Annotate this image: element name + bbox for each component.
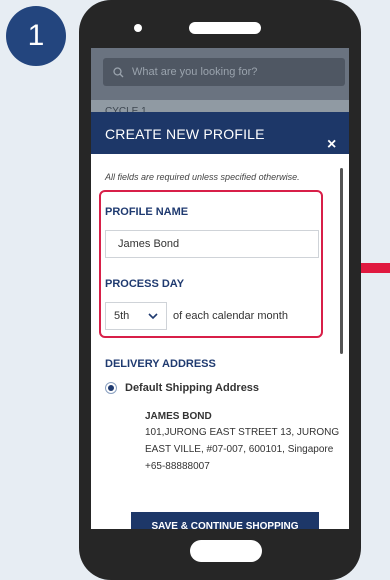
default-address-option[interactable]: Default Shipping Address: [105, 382, 259, 394]
address-name: JAMES BOND: [145, 411, 212, 422]
modal-body: All fields are required unless specified…: [91, 154, 349, 529]
top-bar: What are you looking for?: [91, 48, 349, 100]
required-note: All fields are required unless specified…: [105, 172, 300, 182]
profile-name-label: PROFILE NAME: [105, 206, 189, 218]
process-day-suffix: of each calendar month: [173, 310, 288, 322]
phone-frame: What are you looking for? CYCLE 1 CREATE…: [79, 0, 361, 580]
modal-title: CREATE NEW PROFILE: [105, 126, 265, 142]
chevron-down-icon: [148, 313, 158, 320]
process-day-select[interactable]: 5th: [105, 302, 167, 330]
address-line-2: EAST VILLE, #07-007, 600101, Singapore: [145, 444, 334, 455]
radio-button[interactable]: [105, 382, 117, 394]
phone-screen: What are you looking for? CYCLE 1 CREATE…: [91, 48, 349, 529]
search-icon: [113, 66, 124, 77]
scrollbar[interactable]: [340, 168, 343, 354]
default-address-label: Default Shipping Address: [125, 382, 260, 394]
camera-dot: [134, 24, 142, 32]
save-continue-button[interactable]: SAVE & CONTINUE SHOPPING: [131, 512, 319, 529]
radio-selected-dot: [108, 385, 114, 391]
speaker-slot: [189, 22, 261, 34]
step-badge: 1: [6, 6, 66, 66]
close-icon[interactable]: ×: [327, 136, 336, 154]
process-day-value: 5th: [114, 310, 130, 322]
process-day-label: PROCESS DAY: [105, 278, 185, 290]
home-button[interactable]: [190, 540, 262, 562]
search-input[interactable]: What are you looking for?: [103, 58, 345, 86]
search-placeholder: What are you looking for?: [132, 66, 258, 78]
address-phone: +65-88888007: [145, 461, 210, 472]
profile-name-field[interactable]: James Bond: [105, 230, 319, 258]
address-line-1: 101,JURONG EAST STREET 13, JURONG: [145, 427, 340, 438]
modal-header: CREATE NEW PROFILE ×: [91, 112, 349, 154]
delivery-address-label: DELIVERY ADDRESS: [105, 358, 216, 370]
